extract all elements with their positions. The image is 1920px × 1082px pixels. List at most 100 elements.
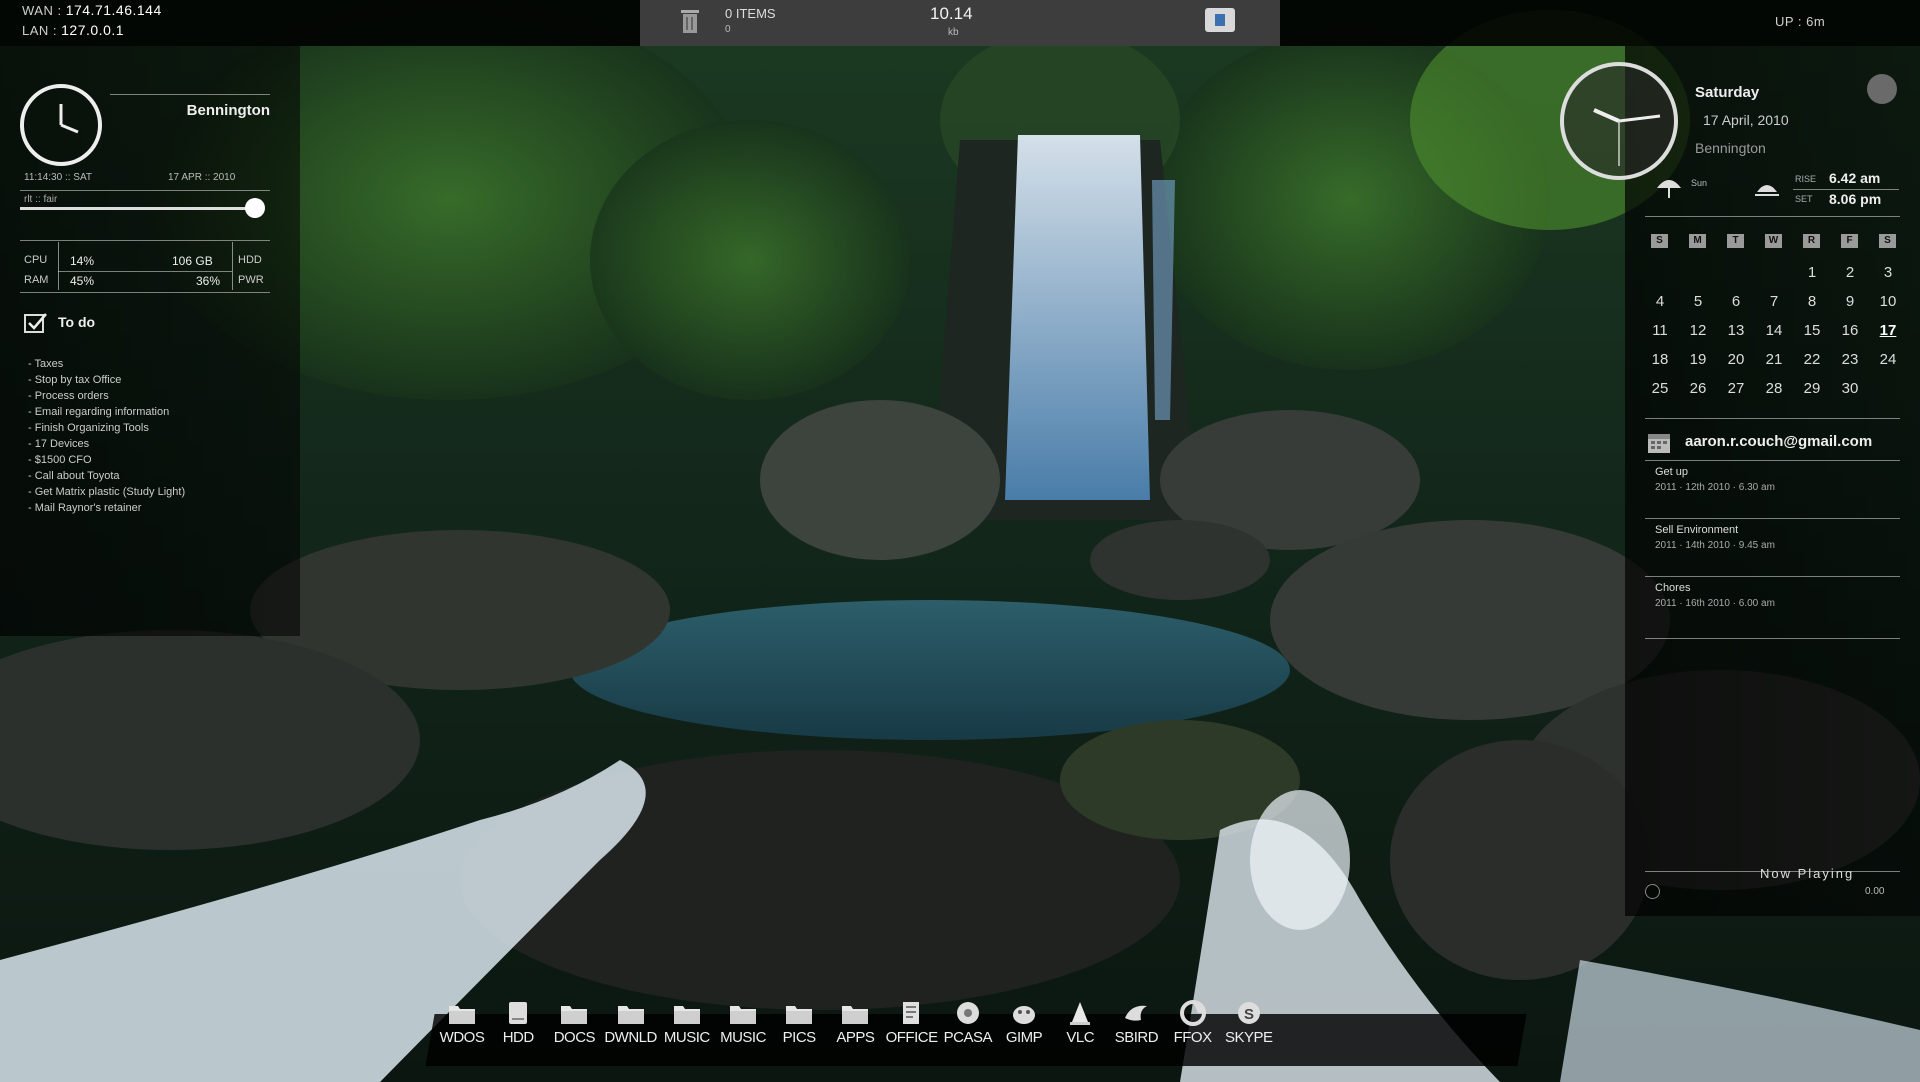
todo-item[interactable]: - Finish Organizing Tools — [28, 420, 185, 436]
calendar-weekday-header: F — [1841, 234, 1858, 248]
moon-phase-icon — [1867, 74, 1897, 104]
todo-item[interactable]: - Email regarding information — [28, 404, 185, 420]
calendar-day[interactable]: 22 — [1797, 351, 1827, 368]
calendar-weekday-header: T — [1727, 234, 1744, 248]
dock-item-wdos[interactable]: WDOS — [432, 1000, 492, 1046]
account-email[interactable]: aaron.r.couch@gmail.com — [1685, 433, 1872, 450]
lan-ip-readout: LAN : 127.0.0.1 — [22, 22, 124, 38]
lan-label: LAN : — [22, 23, 58, 38]
event-item[interactable]: Sell Environment 2011 · 14th 2010 · 9.45… — [1655, 524, 1775, 551]
todo-item[interactable]: - Stop by tax Office — [28, 372, 185, 388]
calendar-day[interactable]: 3 — [1873, 264, 1903, 281]
event-item[interactable]: Chores 2011 · 16th 2010 · 6.00 am — [1655, 582, 1775, 609]
calendar-day[interactable]: 18 — [1645, 351, 1675, 368]
calendar-day[interactable]: 12 — [1683, 322, 1713, 339]
calendar-day[interactable]: 11 — [1645, 322, 1675, 339]
event-title: Chores — [1655, 582, 1691, 594]
dock-item-label: APPS — [836, 1029, 875, 1046]
dock-item-label: VLC — [1066, 1029, 1095, 1046]
hdd-value: 106 GB — [172, 254, 213, 268]
set-label: SET — [1795, 194, 1813, 204]
calendar-day[interactable]: 25 — [1645, 380, 1675, 397]
dock-item-gimp[interactable]: GIMP — [994, 1000, 1054, 1046]
dock-item-sbird[interactable]: SBIRD — [1106, 1000, 1166, 1046]
network-speed-value: 10.14 — [930, 4, 973, 23]
calendar-day[interactable]: 29 — [1797, 380, 1827, 397]
hard-drive-icon — [488, 1000, 548, 1026]
dock-item-music[interactable]: MUSIC — [713, 1000, 773, 1046]
dock-item-dwnld[interactable]: DWNLD — [601, 1000, 661, 1046]
dock-item-label: DWNLD — [604, 1029, 657, 1046]
volume-slider-knob[interactable] — [245, 198, 265, 218]
calendar-weekday-header: W — [1765, 234, 1782, 248]
ram-value: 45% — [70, 274, 95, 288]
uptime-readout: UP : 6m — [1775, 14, 1826, 29]
folder-icon — [769, 1000, 829, 1026]
wan-label: WAN : — [22, 3, 62, 18]
dock-item-ffox[interactable]: FFOX — [1163, 1000, 1223, 1046]
calendar-day[interactable]: 4 — [1645, 293, 1675, 310]
calendar-day[interactable]: 7 — [1759, 293, 1789, 310]
checkbox-todo-icon — [24, 312, 48, 334]
hdd-label: HDD — [238, 254, 262, 266]
todo-item[interactable]: - Process orders — [28, 388, 185, 404]
skype-icon: S — [1219, 1000, 1279, 1026]
pwr-label: PWR — [238, 274, 264, 286]
calendar-day[interactable]: 8 — [1797, 293, 1827, 310]
dock-item-music[interactable]: MUSIC — [657, 1000, 717, 1046]
wan-ip: 174.71.46.144 — [65, 2, 162, 18]
trash-icon[interactable] — [680, 8, 700, 34]
calendar-today[interactable]: 17 — [1873, 322, 1903, 339]
dock-item-skype[interactable]: S SKYPE — [1219, 1000, 1279, 1046]
ram-label: RAM — [24, 274, 49, 286]
calendar-day[interactable]: 9 — [1835, 293, 1865, 310]
calendar-day[interactable]: 6 — [1721, 293, 1751, 310]
calendar-day[interactable]: 26 — [1683, 380, 1713, 397]
todo-item[interactable]: - Get Matrix plastic (Study Light) — [28, 484, 185, 500]
todo-item[interactable]: - Taxes — [28, 356, 185, 372]
todo-item[interactable]: - Call about Toyota — [28, 468, 185, 484]
calendar-day[interactable]: 28 — [1759, 380, 1789, 397]
now-playing-time: 0.00 — [1865, 886, 1885, 897]
calendar-app-icon[interactable] — [1205, 8, 1235, 32]
calendar-day[interactable]: 14 — [1759, 322, 1789, 339]
left-city-label: Bennington — [186, 102, 270, 119]
dock-item-label: HDD — [502, 1029, 535, 1046]
calendar-day[interactable]: 24 — [1873, 351, 1903, 368]
dock-item-vlc[interactable]: VLC — [1050, 1000, 1110, 1046]
dock-item-label: DOCS — [553, 1029, 596, 1046]
analog-clock-right — [1560, 62, 1678, 180]
todo-item[interactable]: - $1500 CFO — [28, 452, 185, 468]
month-calendar: S M T W R F S 1 2 3 4 5 6 7 8 9 10 11 12 13 14 15 16 17 18 19 20 21… — [1645, 234, 1905, 397]
folder-icon — [713, 1000, 773, 1026]
volume-slider-track[interactable] — [20, 207, 260, 210]
dock-item-office[interactable]: OFFICE — [882, 1000, 942, 1046]
dock-item-pics[interactable]: PICS — [769, 1000, 829, 1046]
right-city-label: Bennington — [1695, 140, 1766, 156]
calendar-day[interactable]: 21 — [1759, 351, 1789, 368]
calendar-day[interactable]: 2 — [1835, 264, 1865, 281]
dock-item-docs[interactable]: DOCS — [544, 1000, 604, 1046]
calendar-day[interactable]: 16 — [1835, 322, 1865, 339]
calendar-day[interactable]: 5 — [1683, 293, 1713, 310]
calendar-day[interactable]: 20 — [1721, 351, 1751, 368]
todo-item[interactable]: - 17 Devices — [28, 436, 185, 452]
dock-item-apps[interactable]: APPS — [825, 1000, 885, 1046]
calendar-day[interactable]: 1 — [1797, 264, 1827, 281]
event-title: Get up — [1655, 466, 1689, 478]
calendar-day[interactable]: 30 — [1835, 380, 1865, 397]
dock-item-hdd[interactable]: HDD — [488, 1000, 548, 1046]
todo-item[interactable]: - Mail Raynor's retainer — [28, 500, 185, 516]
left-date-line: 17 APR :: 2010 — [168, 172, 236, 183]
sunrise-icon — [1753, 174, 1781, 198]
calendar-day[interactable]: 15 — [1797, 322, 1827, 339]
calendar-day[interactable]: 27 — [1721, 380, 1751, 397]
event-item[interactable]: Get up 2011 · 12th 2010 · 6.30 am — [1655, 466, 1775, 493]
calendar-day[interactable]: 10 — [1873, 293, 1903, 310]
calendar-day[interactable]: 19 — [1683, 351, 1713, 368]
calendar-day[interactable]: 23 — [1835, 351, 1865, 368]
media-play-icon[interactable] — [1645, 884, 1660, 899]
calendar-day[interactable]: 13 — [1721, 322, 1751, 339]
dock-item-pcasa[interactable]: PCASA — [938, 1000, 998, 1046]
event-date: 2011 · 14th 2010 · 9.45 am — [1655, 540, 1775, 551]
